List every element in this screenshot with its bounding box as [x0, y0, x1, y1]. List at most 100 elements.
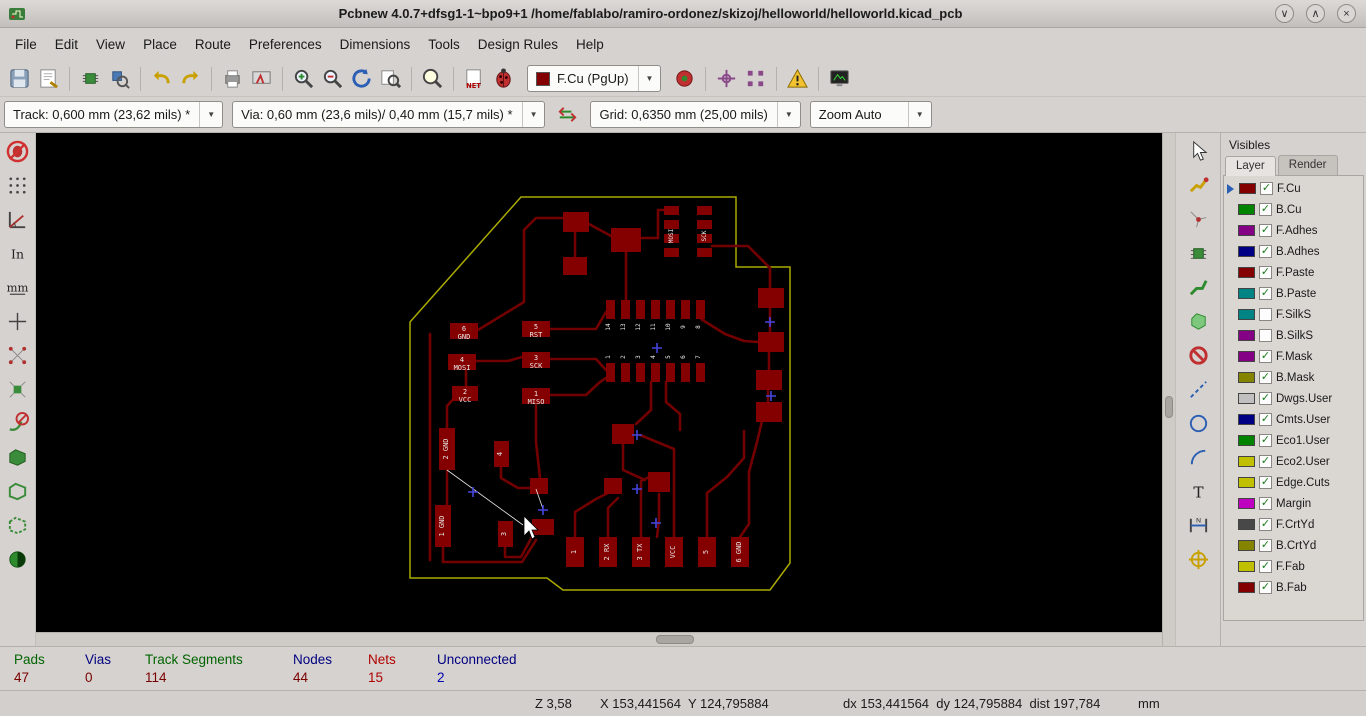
- add-circle-icon[interactable]: [1185, 410, 1212, 437]
- layer-color-swatch[interactable]: [1238, 477, 1255, 488]
- gal-canvas-icon[interactable]: [826, 65, 853, 92]
- zones-outline-icon[interactable]: [4, 512, 31, 539]
- menu-item-place[interactable]: Place: [134, 32, 186, 57]
- microwave-toolbar-icon[interactable]: [784, 65, 811, 92]
- chevron-down-icon[interactable]: ▼: [776, 102, 800, 127]
- layer-color-swatch[interactable]: [1238, 225, 1255, 236]
- layer-color-swatch[interactable]: [1238, 561, 1255, 572]
- horizontal-scrollbar[interactable]: [36, 632, 1162, 646]
- layer-color-swatch[interactable]: [1238, 498, 1255, 509]
- grid-origin-icon[interactable]: [713, 65, 740, 92]
- layer-color-swatch[interactable]: [1238, 351, 1255, 362]
- layer-visibility-checkbox[interactable]: ✓: [1259, 560, 1272, 573]
- find-icon[interactable]: [419, 65, 446, 92]
- layer-row-f-crtyd[interactable]: ✓ F.CrtYd: [1224, 514, 1363, 535]
- layer-row-margin[interactable]: ✓ Margin: [1224, 493, 1363, 514]
- zoom-redraw-icon[interactable]: [348, 65, 375, 92]
- netlist-icon[interactable]: NET: [461, 65, 488, 92]
- layer-row-b-fab[interactable]: ✓ B.Fab: [1224, 577, 1363, 598]
- layer-row-f-paste[interactable]: ✓ F.Paste: [1224, 262, 1363, 283]
- autodelete-track-icon[interactable]: [4, 410, 31, 437]
- vertical-scrollbar[interactable]: [1162, 133, 1175, 646]
- menu-item-tools[interactable]: Tools: [419, 32, 469, 57]
- menu-item-design-rules[interactable]: Design Rules: [469, 32, 567, 57]
- save-icon[interactable]: [6, 65, 33, 92]
- menu-item-route[interactable]: Route: [186, 32, 240, 57]
- drc-off-icon[interactable]: [4, 138, 31, 165]
- maximize-button[interactable]: ∧: [1306, 4, 1325, 23]
- layer-visibility-checkbox[interactable]: [1259, 329, 1272, 342]
- layer-color-swatch[interactable]: [1238, 540, 1255, 551]
- layer-visibility-checkbox[interactable]: ✓: [1259, 245, 1272, 258]
- layer-row-b-mask[interactable]: ✓ B.Mask: [1224, 367, 1363, 388]
- zoom-out-icon[interactable]: [319, 65, 346, 92]
- layer-color-swatch[interactable]: [1238, 288, 1255, 299]
- add-keepout-icon[interactable]: [1185, 342, 1212, 369]
- grid-dots-icon[interactable]: [742, 65, 769, 92]
- add-zone-icon[interactable]: [1185, 308, 1212, 335]
- layer-visibility-checkbox[interactable]: ✓: [1259, 350, 1272, 363]
- layer-visibility-checkbox[interactable]: ✓: [1259, 539, 1272, 552]
- layer-visibility-checkbox[interactable]: ✓: [1259, 476, 1272, 489]
- layer-color-swatch[interactable]: [1238, 582, 1255, 593]
- layer-color-swatch[interactable]: [1238, 414, 1255, 425]
- cursor-shape-icon[interactable]: [4, 308, 31, 335]
- layer-visibility-checkbox[interactable]: ✓: [1259, 455, 1272, 468]
- menu-item-dimensions[interactable]: Dimensions: [331, 32, 420, 57]
- layer-color-swatch[interactable]: [1239, 183, 1256, 194]
- module-editor-icon[interactable]: [77, 65, 104, 92]
- layer-color-swatch[interactable]: [1238, 204, 1255, 215]
- layer-row-b-cu[interactable]: ✓ B.Cu: [1224, 199, 1363, 220]
- vertical-scrollbar-thumb[interactable]: [1165, 396, 1173, 418]
- layer-color-swatch[interactable]: [1238, 519, 1255, 530]
- redo-icon[interactable]: [177, 65, 204, 92]
- layer-color-swatch[interactable]: [1238, 456, 1255, 467]
- chevron-down-icon[interactable]: ▼: [199, 102, 222, 127]
- layer-color-swatch[interactable]: [1238, 435, 1255, 446]
- layer-row-dwgs-user[interactable]: ✓ Dwgs.User: [1224, 388, 1363, 409]
- module-viewer-icon[interactable]: [106, 65, 133, 92]
- ratsnest-icon[interactable]: [4, 342, 31, 369]
- menu-item-preferences[interactable]: Preferences: [240, 32, 331, 57]
- units-inch-icon[interactable]: In: [4, 240, 31, 267]
- via-size-select[interactable]: Via: 0,60 mm (23,6 mils)/ 0,40 mm (15,7 …: [232, 101, 546, 128]
- layer-row-eco2-user[interactable]: ✓ Eco2.User: [1224, 451, 1363, 472]
- add-dimension-icon[interactable]: N: [1185, 512, 1212, 539]
- layer-color-swatch[interactable]: [1238, 372, 1255, 383]
- layer-color-swatch[interactable]: [1238, 330, 1255, 341]
- layer-pair-icon[interactable]: [671, 65, 698, 92]
- layer-row-f-cu[interactable]: ✓ F.Cu: [1224, 178, 1363, 199]
- layer-visibility-checkbox[interactable]: ✓: [1259, 203, 1272, 216]
- tab-layer[interactable]: Layer: [1225, 156, 1276, 176]
- polar-coords-icon[interactable]: [4, 206, 31, 233]
- menu-item-file[interactable]: File: [6, 32, 46, 57]
- layer-visibility-checkbox[interactable]: ✓: [1259, 497, 1272, 510]
- menu-item-view[interactable]: View: [87, 32, 134, 57]
- layer-row-eco1-user[interactable]: ✓ Eco1.User: [1224, 430, 1363, 451]
- layer-visibility-checkbox[interactable]: [1259, 308, 1272, 321]
- select-tool-icon[interactable]: [1185, 138, 1212, 165]
- menu-item-edit[interactable]: Edit: [46, 32, 87, 57]
- add-text-icon[interactable]: T: [1185, 478, 1212, 505]
- layer-visibility-checkbox[interactable]: ✓: [1259, 413, 1272, 426]
- grid-size-select[interactable]: Grid: 0,6350 mm (25,00 mils) ▼: [590, 101, 801, 128]
- close-button[interactable]: ×: [1337, 4, 1356, 23]
- layer-visibility-checkbox[interactable]: ✓: [1259, 434, 1272, 447]
- layer-visibility-checkbox[interactable]: ✓: [1259, 266, 1272, 279]
- page-settings-icon[interactable]: [35, 65, 62, 92]
- layer-visibility-checkbox[interactable]: ✓: [1259, 224, 1272, 237]
- add-graphic-line-icon[interactable]: [1185, 376, 1212, 403]
- layer-selector[interactable]: F.Cu (PgUp) ▼: [527, 65, 662, 92]
- print-icon[interactable]: [219, 65, 246, 92]
- layer-visibility-checkbox[interactable]: ✓: [1260, 182, 1273, 195]
- zones-hide-icon[interactable]: [4, 478, 31, 505]
- layer-visibility-checkbox[interactable]: ✓: [1259, 581, 1272, 594]
- layer-visibility-checkbox[interactable]: ✓: [1259, 518, 1272, 531]
- track-width-select[interactable]: Track: 0,600 mm (23,62 mils) * ▼: [4, 101, 224, 128]
- chevron-down-icon[interactable]: ▼: [907, 102, 931, 127]
- layer-row-edge-cuts[interactable]: ✓ Edge.Cuts: [1224, 472, 1363, 493]
- layer-row-b-paste[interactable]: ✓ B.Paste: [1224, 283, 1363, 304]
- units-mm-icon[interactable]: mm: [4, 274, 31, 301]
- high-contrast-icon[interactable]: [4, 546, 31, 573]
- layer-row-f-silks[interactable]: F.SilkS: [1224, 304, 1363, 325]
